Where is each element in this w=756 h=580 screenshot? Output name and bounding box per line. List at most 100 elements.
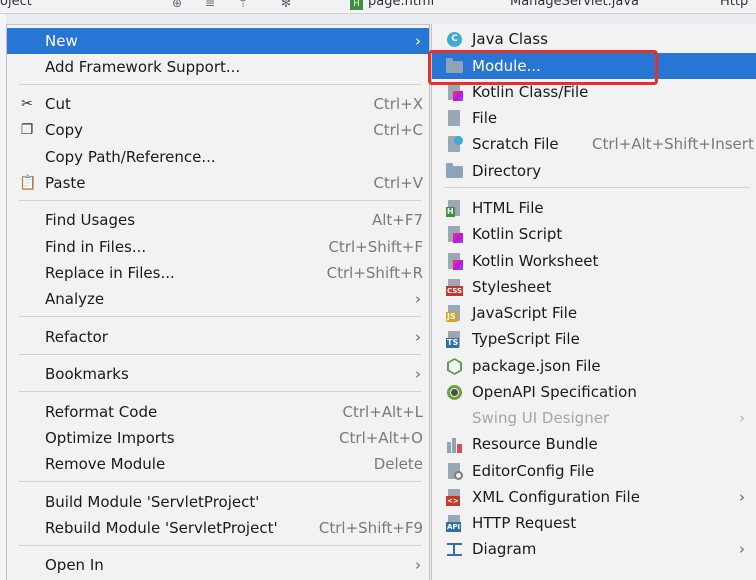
menu-item-replace-in-files[interactable]: Replace in Files... Ctrl+Shift+R [7,260,429,286]
copy-icon: ❐ [20,122,34,138]
menu-item-optimize-imports[interactable]: Optimize Imports Ctrl+Alt+O [7,425,429,451]
submenu-item-label: Swing UI Designer [472,409,610,427]
resource-bundle-icon [446,436,463,453]
tab-label: Http [720,0,749,9]
submenu-item-kotlin-script[interactable]: Kotlin Script [432,221,756,247]
scratch-file-icon [446,136,463,153]
menu-item-label: Refactor [45,328,108,346]
shortcut-label: Alt+F7 [371,211,423,229]
menu-item-label: Build Module 'ServletProject' [45,493,260,511]
xml-tag: <> [446,496,460,506]
js-file-icon: JS [446,305,463,322]
submenu-item-label: Scratch File [472,135,559,153]
submenu-item-label: File [472,109,498,127]
submenu-divider [444,187,750,188]
submenu-item-java-class[interactable]: C Java Class [432,26,756,52]
java-class-glyph: C [447,32,462,47]
editor-tab-html[interactable]: H page.html [348,0,434,14]
submenu-item-http-request[interactable]: API HTTP Request [432,510,756,536]
new-submenu: C Java Class Module... Kotlin Class/File… [431,24,756,580]
menu-item-open-in[interactable]: Open In › [7,552,429,578]
submenu-item-openapi[interactable]: OpenAPI Specification [432,379,756,405]
submenu-item-html-file[interactable]: H HTML File [432,195,756,221]
kotlin-script-icon [446,226,463,243]
chevron-right-icon: › [415,328,421,346]
menu-divider [19,481,421,482]
menu-item-copy[interactable]: ❐ Copy Ctrl+C [7,117,429,143]
kotlin-file-icon [446,84,463,101]
menu-item-new[interactable]: New › [7,28,429,54]
submenu-item-directory[interactable]: Directory [432,158,756,184]
menu-divider [19,545,421,546]
menu-item-copy-path[interactable]: Copy Path/Reference... [7,144,429,170]
submenu-item-stylesheet[interactable]: CSS Stylesheet [432,274,756,300]
menu-divider [19,84,421,85]
submenu-item-label: XML Configuration File [472,488,640,506]
shortcut-label: Ctrl+Alt+Shift+Insert [592,135,754,153]
menu-item-paste[interactable]: 📋 Paste Ctrl+V [7,170,429,196]
directory-icon [446,163,463,180]
editorconfig-icon [446,463,463,480]
collapse-icon[interactable]: ≡ [205,0,219,10]
menu-item-find-usages[interactable]: Find Usages Alt+F7 [7,207,429,233]
menu-divider [19,200,421,201]
submenu-item-javascript-file[interactable]: JS JavaScript File [432,300,756,326]
submenu-item-label: EditorConfig File [472,462,595,480]
project-label: oject [0,0,32,9]
submenu-item-package-json[interactable]: package.json File [432,353,756,379]
submenu-item-swing-ui-designer[interactable]: Swing UI Designer › [432,405,756,431]
submenu-item-label: Kotlin Worksheet [472,252,599,270]
http-request-icon: API [446,515,463,532]
menu-item-remove-module[interactable]: Remove Module Delete [7,451,429,477]
menu-item-refactor[interactable]: Refactor › [7,324,429,350]
submenu-item-file[interactable]: File [432,105,756,131]
menu-item-reformat-code[interactable]: Reformat Code Ctrl+Alt+L [7,399,429,425]
java-class-icon: C [446,31,463,48]
shortcut-label: Ctrl+Shift+F9 [318,519,423,537]
editor-tab-servlet[interactable]: ManageServlet.java [490,0,639,14]
menu-item-build-module[interactable]: Build Module 'ServletProject' [7,489,429,515]
submenu-item-label: Stylesheet [472,278,552,296]
gear-icon[interactable]: ✻ [281,0,295,10]
shortcut-label: Delete [373,455,423,473]
menu-item-cut[interactable]: ✂ Cut Ctrl+X [7,91,429,117]
editor-tab-http[interactable]: Http [700,0,748,14]
css-tag: CSS [446,286,464,296]
submenu-item-typescript-file[interactable]: TS TypeScript File [432,326,756,352]
html-file-icon: H [446,200,463,217]
diagram-icon [446,541,463,558]
openapi-icon [446,384,463,401]
shortcut-label: Ctrl+C [373,121,423,139]
ts-tag: TS [446,338,460,348]
chevron-right-icon: › [739,488,745,506]
submenu-item-label: JavaScript File [472,304,578,322]
submenu-item-label: Directory [472,162,542,180]
submenu-item-scratch-file[interactable]: Scratch File Ctrl+Alt+Shift+Insert [432,131,756,157]
target-icon[interactable]: ⊕ [172,0,186,10]
submenu-item-resource-bundle[interactable]: Resource Bundle [432,431,756,457]
shortcut-label: Ctrl+V [373,174,423,192]
shortcut-label: Ctrl+Alt+O [339,429,423,447]
tab-label: page.html [368,0,435,9]
submenu-item-diagram[interactable]: Diagram › [432,536,756,562]
submenu-item-label: package.json File [472,357,601,375]
submenu-item-xml-configuration[interactable]: <> XML Configuration File › [432,484,756,510]
menu-item-add-framework-support[interactable]: Add Framework Support... [7,54,429,80]
nodejs-icon [446,358,463,375]
menu-item-label: Replace in Files... [45,264,175,282]
chevron-right-icon: › [739,409,745,427]
menu-item-find-in-files[interactable]: Find in Files... Ctrl+Shift+F [7,234,429,260]
chevron-right-icon: › [415,290,421,308]
expand-icon[interactable]: ⇡ [238,0,252,10]
submenu-item-label: Kotlin Script [472,225,563,243]
shortcut-label: Ctrl+X [373,95,423,113]
submenu-item-editorconfig[interactable]: EditorConfig File [432,458,756,484]
menu-item-label: Find Usages [45,211,136,229]
menu-item-label: Reformat Code [45,403,158,421]
submenu-item-label: HTML File [472,199,544,217]
menu-item-bookmarks[interactable]: Bookmarks › [7,361,429,387]
submenu-item-kotlin-worksheet[interactable]: Kotlin Worksheet [432,248,756,274]
menu-item-label: Find in Files... [45,238,147,256]
menu-item-rebuild-module[interactable]: Rebuild Module 'ServletProject' Ctrl+Shi… [7,515,429,541]
menu-item-analyze[interactable]: Analyze › [7,286,429,312]
